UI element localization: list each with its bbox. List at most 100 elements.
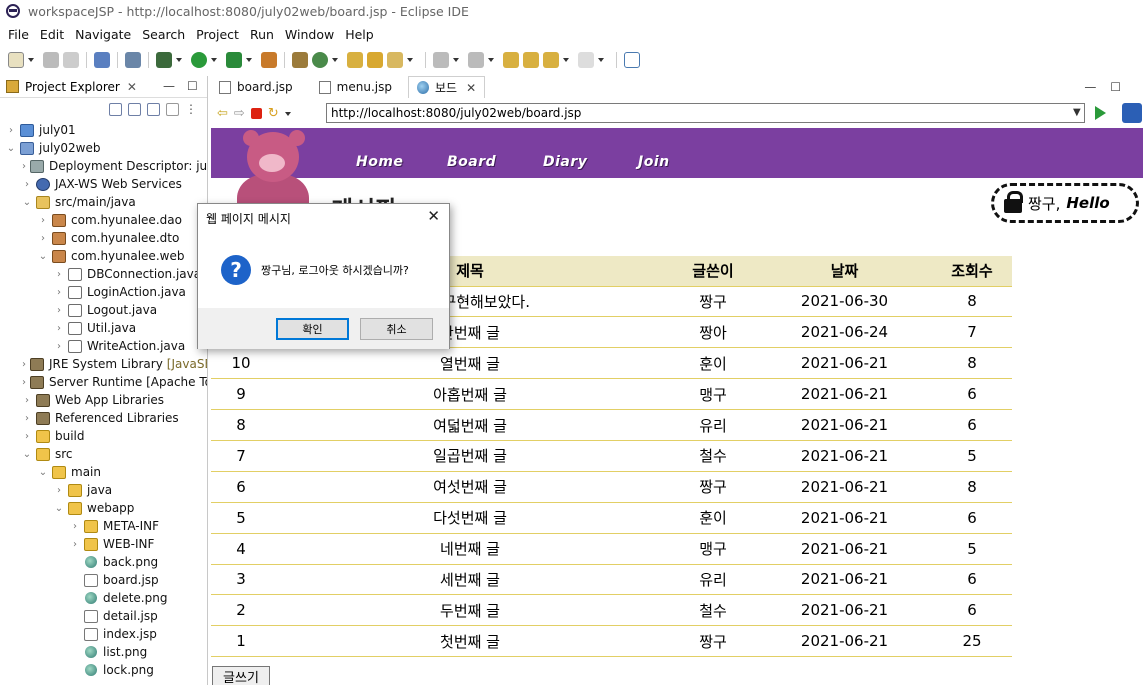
chevron-down-icon[interactable]: ⌄ <box>6 143 16 154</box>
close-icon[interactable]: ✕ <box>466 81 476 95</box>
tree-item[interactable]: › Server Runtime [Apache To <box>0 373 207 391</box>
go-icon[interactable] <box>1095 106 1106 120</box>
tree-item[interactable]: board.jsp <box>0 571 207 589</box>
tree-item[interactable]: › Logout.java <box>0 301 207 319</box>
run-icon[interactable] <box>191 52 207 68</box>
chevron-right-icon[interactable]: › <box>38 215 48 226</box>
close-icon[interactable]: ✕ <box>427 207 440 225</box>
new-class-dropdown-icon[interactable] <box>332 58 338 62</box>
tree-item[interactable]: delete.png <box>0 589 207 607</box>
refresh-icon[interactable]: ↻ <box>268 106 279 121</box>
chevron-right-icon[interactable]: › <box>38 233 48 244</box>
nav-diary-link[interactable]: Diary <box>543 154 587 170</box>
next-annotation-icon[interactable] <box>433 52 449 68</box>
tree-item[interactable]: › LoginAction.java <box>0 283 207 301</box>
back-nav-icon[interactable] <box>523 52 539 68</box>
table-row[interactable]: 6 여섯번째 글 짱구 2021-06-21 8 <box>211 471 1012 503</box>
tree-item[interactable]: › WriteAction.java <box>0 337 207 355</box>
minimize-icon[interactable]: — <box>163 79 175 93</box>
search-dropdown-icon[interactable] <box>407 58 413 62</box>
browser-menu-dropdown-icon[interactable] <box>284 112 291 116</box>
menu-edit[interactable]: Edit <box>36 27 71 42</box>
table-row[interactable]: 4 네번째 글 맹구 2021-06-21 5 <box>211 533 1012 565</box>
tab-browser[interactable]: 보드 ✕ <box>407 76 486 98</box>
view-menu-icon[interactable]: ⋮ <box>185 102 197 116</box>
nav-home-link[interactable]: Home <box>356 154 403 170</box>
view-options-icon[interactable] <box>166 102 179 116</box>
chevron-right-icon[interactable]: › <box>54 341 64 352</box>
open-task-icon[interactable] <box>367 52 383 68</box>
chevron-right-icon[interactable]: › <box>70 539 80 550</box>
tree-item[interactable]: ⌄ com.hyunalee.web <box>0 247 207 265</box>
menu-file[interactable]: File <box>4 27 36 42</box>
chevron-down-icon[interactable]: ⌄ <box>38 467 48 478</box>
maximize-icon[interactable]: ☐ <box>187 79 198 93</box>
cell-title[interactable]: 열번째 글 <box>271 347 669 380</box>
table-row[interactable]: 10 열번째 글 훈이 2021-06-21 8 <box>211 347 1012 380</box>
cell-title[interactable]: 두번째 글 <box>271 594 669 627</box>
search-tool-icon[interactable] <box>387 52 403 68</box>
save-all-icon[interactable] <box>63 52 79 68</box>
tree-item[interactable]: › DBConnection.java <box>0 265 207 283</box>
table-row[interactable]: 2 두번째 글 철수 2021-06-21 6 <box>211 594 1012 627</box>
forward-history-icon[interactable] <box>578 52 594 68</box>
next-annotation-dropdown-icon[interactable] <box>453 58 459 62</box>
project-explorer-tab[interactable]: Project Explorer ✕ — ☐ <box>0 76 207 98</box>
tree-item[interactable]: ⌄ july02web <box>0 139 207 157</box>
tree-item[interactable]: list.png <box>0 643 207 661</box>
prev-annotation-dropdown-icon[interactable] <box>488 58 494 62</box>
table-row[interactable]: 3 세번째 글 유리 2021-06-21 6 <box>211 564 1012 596</box>
debug-dropdown-icon[interactable] <box>176 58 182 62</box>
chevron-right-icon[interactable]: › <box>6 125 16 136</box>
menu-run[interactable]: Run <box>246 27 281 42</box>
table-row[interactable]: 1 첫번째 글 짱구 2021-06-21 25 <box>211 625 1012 658</box>
chevron-right-icon[interactable]: › <box>22 377 26 388</box>
cell-title[interactable]: 첫번째 글 <box>271 625 669 658</box>
filter-icon[interactable] <box>147 102 160 116</box>
forward-icon[interactable]: ⇨ <box>234 106 245 121</box>
chevron-down-icon[interactable]: ⌄ <box>54 503 64 514</box>
new-package-icon[interactable] <box>292 52 308 68</box>
menu-help[interactable]: Help <box>341 27 381 42</box>
forward-nav-dropdown-icon[interactable] <box>563 58 569 62</box>
chevron-right-icon[interactable]: › <box>22 359 26 370</box>
chevron-right-icon[interactable]: › <box>22 413 32 424</box>
nav-board-link[interactable]: Board <box>447 154 496 170</box>
deploy-icon[interactable] <box>261 52 277 68</box>
chevron-right-icon[interactable]: › <box>22 431 32 442</box>
forward-nav-icon[interactable] <box>543 52 559 68</box>
cell-title[interactable]: 다섯번째 글 <box>271 502 669 534</box>
logout-badge[interactable]: 짱구, Hello <box>991 183 1139 223</box>
maximize-icon[interactable]: ☐ <box>1110 80 1121 94</box>
tree-item[interactable]: › WEB-INF <box>0 535 207 553</box>
tree-item[interactable]: › july01 <box>0 121 207 139</box>
run-server-icon[interactable] <box>226 52 242 68</box>
chevron-right-icon[interactable]: › <box>54 305 64 316</box>
chevron-down-icon[interactable]: ⌄ <box>38 251 48 262</box>
collapse-all-icon[interactable] <box>109 102 122 116</box>
tree-item[interactable]: › META-INF <box>0 517 207 535</box>
new-dropdown-icon[interactable] <box>28 58 34 62</box>
open-type-icon[interactable] <box>347 52 363 68</box>
cell-title[interactable]: 아홉번째 글 <box>271 378 669 411</box>
run-dropdown-icon[interactable] <box>211 58 217 62</box>
cell-title[interactable]: 일곱번째 글 <box>271 440 669 472</box>
run-server-dropdown-icon[interactable] <box>246 58 252 62</box>
chevron-down-icon[interactable]: ▼ <box>1073 107 1081 118</box>
tree-item[interactable]: › JRE System Library[JavaSE- <box>0 355 207 373</box>
tree-item[interactable]: index.jsp <box>0 625 207 643</box>
table-row[interactable]: 5 다섯번째 글 훈이 2021-06-21 6 <box>211 502 1012 534</box>
tree-item[interactable]: › com.hyunalee.dao <box>0 211 207 229</box>
tree-item[interactable]: › java <box>0 481 207 499</box>
tab-board-jsp[interactable]: board.jsp <box>211 76 301 98</box>
tree-item[interactable]: lock.png <box>0 661 207 679</box>
prev-annotation-icon[interactable] <box>468 52 484 68</box>
close-icon[interactable]: ✕ <box>127 80 137 94</box>
stop-icon[interactable] <box>250 107 262 119</box>
cell-title[interactable]: 여섯번째 글 <box>271 471 669 503</box>
tree-item[interactable]: ⌄ src/main/java <box>0 193 207 211</box>
menu-project[interactable]: Project <box>192 27 246 42</box>
tree-item[interactable]: detail.jsp <box>0 607 207 625</box>
tree-item[interactable]: › Referenced Libraries <box>0 409 207 427</box>
nav-join-link[interactable]: Join <box>638 154 670 170</box>
